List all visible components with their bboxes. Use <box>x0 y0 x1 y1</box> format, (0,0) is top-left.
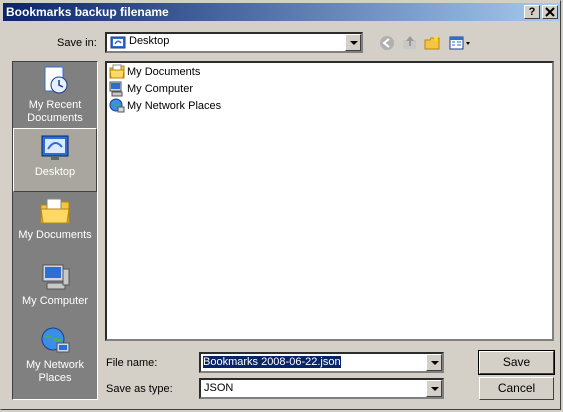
network-places-icon <box>41 327 70 353</box>
folder-icon <box>109 64 125 79</box>
save-button[interactable]: Save <box>478 350 555 375</box>
file-name-label: File name: <box>106 357 158 369</box>
my-computer-icon <box>42 264 70 290</box>
list-item[interactable]: My Documents <box>109 64 200 80</box>
list-item[interactable]: My Network Places <box>109 98 221 114</box>
desktop-icon <box>110 36 126 49</box>
place-label: Desktop <box>34 166 76 178</box>
network-icon <box>109 98 125 113</box>
list-item[interactable]: My Computer <box>109 81 193 97</box>
save-dialog: Bookmarks backup filename ? Save in: Des… <box>0 0 561 410</box>
my-documents-icon <box>40 198 70 224</box>
save-as-type-label: Save as type: <box>106 383 173 395</box>
save-as-type-value: JSON <box>204 382 234 394</box>
save-in-value: Desktop <box>129 35 170 47</box>
place-my-documents[interactable]: My Documents <box>13 192 97 256</box>
up-folder-icon[interactable] <box>401 34 419 52</box>
place-desktop[interactable]: Desktop <box>13 128 97 192</box>
views-menu-icon[interactable] <box>449 34 473 52</box>
computer-icon <box>109 81 123 97</box>
file-list[interactable]: My Documents My Computer My Network Plac… <box>105 61 554 341</box>
recent-docs-icon <box>44 66 68 94</box>
title-bar: Bookmarks backup filename ? <box>3 3 560 21</box>
cancel-button[interactable]: Cancel <box>479 377 554 400</box>
new-folder-icon[interactable] <box>424 34 442 52</box>
place-label: My Documents <box>18 229 92 241</box>
dialog-title: Bookmarks backup filename <box>6 5 169 19</box>
save-in-dropdown[interactable]: Desktop <box>105 32 363 53</box>
close-icon <box>545 7 555 17</box>
save-in-label: Save in: <box>57 37 97 49</box>
list-item-label: My Computer <box>127 83 194 95</box>
save-in-dropdown-button[interactable] <box>345 34 361 51</box>
help-button[interactable]: ? <box>524 5 540 19</box>
save-as-type-dropdown-button[interactable] <box>426 380 442 397</box>
list-item-label: My Network Places <box>127 100 222 112</box>
desktop-icon <box>41 135 69 160</box>
place-my-recent-documents[interactable]: My Recent Documents <box>13 62 97 126</box>
close-button[interactable] <box>542 5 558 19</box>
file-name-dropdown-button[interactable] <box>426 354 442 371</box>
place-my-computer[interactable]: My Computer <box>13 258 97 322</box>
file-name-field[interactable]: Bookmarks 2008-06-22.json <box>199 352 444 373</box>
place-label: My Network Places <box>25 359 85 384</box>
back-icon[interactable] <box>378 34 396 52</box>
place-label: My Recent Documents <box>27 99 83 124</box>
place-my-network-places[interactable]: My Network Places <box>13 322 97 398</box>
save-as-type-dropdown[interactable]: JSON <box>199 378 444 399</box>
file-name-value: Bookmarks 2008-06-22.json <box>203 356 341 368</box>
list-item-label: My Documents <box>127 66 201 78</box>
place-label: My Computer <box>21 295 89 307</box>
places-bar: My Recent Documents Desktop My Documents… <box>12 61 98 400</box>
